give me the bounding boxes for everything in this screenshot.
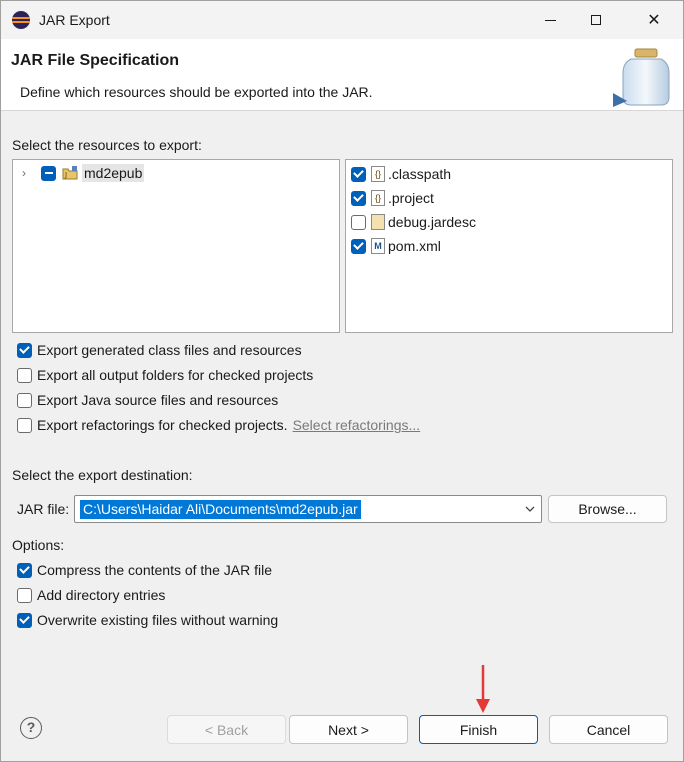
file-item-jardesc[interactable]: debug.jardesc: [351, 211, 476, 233]
checkbox[interactable]: [17, 587, 32, 603]
checkbox[interactable]: [17, 367, 32, 383]
option-export-output-folders[interactable]: Export all output folders for checked pr…: [17, 365, 313, 385]
jardesc-checkbox[interactable]: [351, 214, 366, 230]
checkbox[interactable]: [17, 417, 32, 433]
minimize-icon: [544, 19, 556, 21]
option-export-source-files[interactable]: Export Java source files and resources: [17, 390, 278, 410]
file-item-classpath[interactable]: {} .classpath: [351, 163, 451, 185]
window-title: JAR Export: [39, 12, 110, 28]
file-name: debug.jardesc: [388, 214, 476, 230]
classpath-checkbox[interactable]: [351, 166, 366, 182]
m-icon: M: [371, 238, 385, 254]
finish-button[interactable]: Finish: [419, 715, 538, 744]
option-label: Export Java source files and resources: [37, 392, 279, 408]
destination-label: Select the export destination:: [12, 467, 193, 483]
help-icon[interactable]: ?: [20, 717, 42, 739]
checkbox[interactable]: [17, 392, 32, 408]
file-name: .classpath: [388, 166, 452, 182]
page-title: JAR File Specification: [11, 52, 180, 69]
option-label: Overwrite existing files without warning: [37, 612, 279, 628]
jar-file-combo[interactable]: C:\Users\Haidar Ali\Documents\md2epub.ja…: [74, 495, 542, 523]
close-button[interactable]: ✕: [631, 1, 677, 39]
java-project-icon: J: [62, 166, 78, 180]
option-directory-entries[interactable]: Add directory entries: [17, 585, 165, 605]
project-tree[interactable]: › J md2epub: [12, 159, 340, 333]
x-icon: {}: [371, 190, 385, 206]
option-export-refactorings[interactable]: Export refactorings for checked projects…: [17, 415, 420, 435]
jar-icon: [371, 214, 385, 230]
next-button[interactable]: Next >: [289, 715, 408, 744]
cancel-button[interactable]: Cancel: [549, 715, 668, 744]
pom-checkbox[interactable]: [351, 238, 366, 254]
checkbox[interactable]: [17, 612, 32, 628]
option-label: Export all output folders for checked pr…: [37, 367, 314, 383]
svg-text:J: J: [64, 171, 67, 179]
file-item-project[interactable]: {} .project: [351, 187, 434, 209]
maximize-button[interactable]: [573, 1, 619, 39]
option-overwrite[interactable]: Overwrite existing files without warning: [17, 610, 278, 630]
file-item-pom[interactable]: M pom.xml: [351, 235, 441, 257]
select-refactorings-link[interactable]: Select refactorings...: [293, 417, 421, 433]
annotation-arrow-icon: [476, 665, 490, 713]
jar-export-dialog: JAR Export ✕ JAR File Specification Defi…: [0, 0, 684, 762]
options-label: Options:: [12, 537, 65, 553]
minimize-button[interactable]: [527, 1, 573, 39]
jar-wizard-icon: [613, 48, 670, 107]
file-name: .project: [388, 190, 434, 206]
page-description: Define which resources should be exporte…: [20, 84, 373, 100]
eclipse-icon: [12, 11, 30, 29]
checkbox[interactable]: [17, 562, 32, 578]
jar-file-label: JAR file:: [17, 501, 70, 517]
resources-label: Select the resources to export:: [12, 137, 202, 153]
header-banner: JAR File Specification Define which reso…: [1, 39, 683, 111]
file-name: pom.xml: [388, 238, 441, 254]
option-label: Compress the contents of the JAR file: [37, 562, 272, 578]
option-label: Export refactorings for checked projects…: [37, 417, 288, 433]
jar-file-path[interactable]: C:\Users\Haidar Ali\Documents\md2epub.ja…: [80, 500, 361, 519]
option-label: Export generated class files and resourc…: [37, 342, 302, 358]
chevron-right-icon[interactable]: ›: [17, 166, 31, 180]
browse-button[interactable]: Browse...: [548, 495, 667, 523]
project-checkbox[interactable]: [41, 165, 56, 181]
maximize-icon: [591, 15, 601, 25]
close-icon: ✕: [647, 12, 661, 29]
file-list[interactable]: {} .classpath {} .project debug.jardesc …: [345, 159, 673, 333]
title-bar: JAR Export ✕: [1, 1, 683, 39]
project-file-checkbox[interactable]: [351, 190, 366, 206]
chevron-down-icon[interactable]: [523, 502, 537, 516]
tree-item-md2epub[interactable]: › J md2epub: [17, 162, 145, 184]
back-button[interactable]: < Back: [167, 715, 286, 744]
option-label: Add directory entries: [37, 587, 166, 603]
option-export-class-files[interactable]: Export generated class files and resourc…: [17, 340, 302, 360]
option-compress[interactable]: Compress the contents of the JAR file: [17, 560, 272, 580]
checkbox[interactable]: [17, 342, 32, 358]
x-icon: {}: [371, 166, 385, 182]
project-name: md2epub: [82, 164, 145, 182]
